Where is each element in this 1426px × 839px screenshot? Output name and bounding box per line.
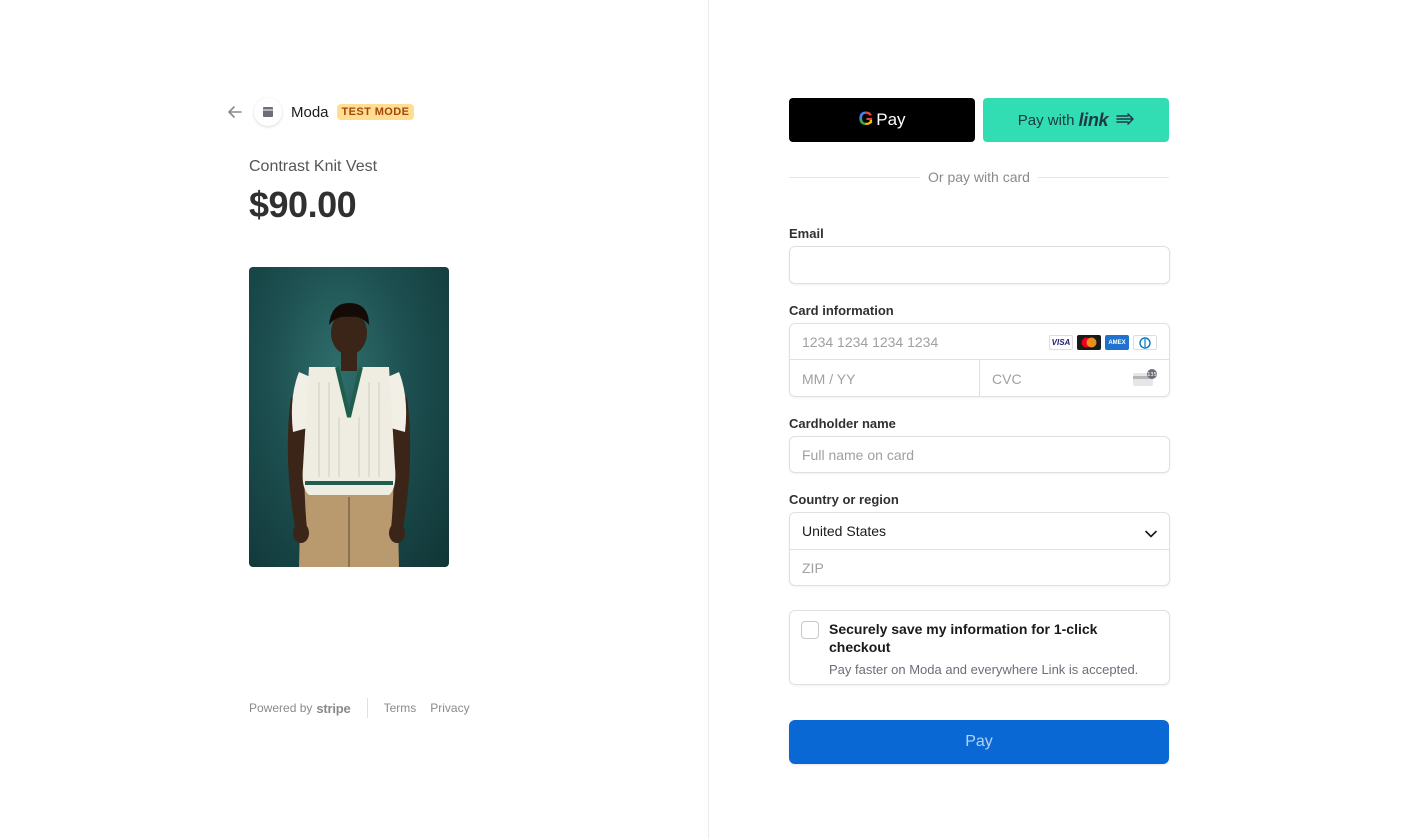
divider-line-left xyxy=(789,176,921,178)
save-info-title: Securely save my information for 1-click… xyxy=(829,621,1098,655)
cardholder-label: Cardholder name xyxy=(789,416,896,431)
google-g-icon: G xyxy=(858,109,874,130)
wallet-buttons: G Pay Pay with link xyxy=(789,98,1169,142)
product-price: $90.00 xyxy=(249,184,357,225)
country-label: Country or region xyxy=(789,492,899,507)
expiry-placeholder: MM / YY xyxy=(802,370,856,387)
store-icon xyxy=(254,98,282,126)
payment-panel: G Pay Pay with link Or pay with card Ema… xyxy=(709,0,1426,839)
or-divider: Or pay with card xyxy=(789,169,1169,185)
card-number-placeholder: 1234 1234 1234 1234 xyxy=(802,333,939,350)
save-info-subtitle: Pay faster on Moda and everywhere Link i… xyxy=(829,662,1139,677)
privacy-link[interactable]: Privacy xyxy=(430,701,469,715)
address-group: United States ZIP xyxy=(789,512,1170,586)
product-image xyxy=(249,267,449,567)
link-prefix: Pay with xyxy=(1017,111,1075,129)
back-arrow-icon[interactable] xyxy=(226,103,244,121)
email-label: Email xyxy=(789,226,824,241)
cvc-card-icon: 135 xyxy=(1132,369,1158,390)
save-info-box: Securely save my information for 1-click… xyxy=(789,610,1170,685)
cvc-input[interactable]: CVC 135 xyxy=(980,360,1170,397)
cvc-placeholder: CVC xyxy=(992,370,1022,387)
google-pay-label: Pay xyxy=(876,110,906,129)
cardholder-placeholder: Full name on card xyxy=(802,446,915,463)
powered-by-text: Powered by xyxy=(249,701,313,715)
expiry-input[interactable]: MM / YY xyxy=(790,360,980,397)
country-select[interactable]: United States xyxy=(790,513,1169,550)
card-information-group: 1234 1234 1234 1234 VISA AMEX MM / YY CV… xyxy=(789,323,1170,397)
divider-line-right xyxy=(1037,176,1169,178)
visa-icon: VISA xyxy=(1049,335,1073,350)
zip-input[interactable]: ZIP xyxy=(790,550,1169,586)
email-field[interactable] xyxy=(789,246,1170,284)
google-pay-button[interactable]: G Pay xyxy=(789,98,975,142)
stripe-logo: stripe xyxy=(316,700,351,716)
test-mode-badge: TEST MODE xyxy=(336,104,415,120)
amex-icon: AMEX xyxy=(1105,335,1129,350)
merchant-name: Moda xyxy=(291,103,329,121)
card-brand-icons: VISA AMEX xyxy=(1049,335,1157,350)
diners-icon xyxy=(1133,335,1157,350)
card-info-label: Card information xyxy=(789,303,894,318)
pay-button[interactable]: Pay xyxy=(789,720,1169,764)
mastercard-icon xyxy=(1077,335,1101,350)
pay-with-link-button[interactable]: Pay with link xyxy=(983,98,1169,142)
checkout-footer: Powered by stripe Terms Privacy xyxy=(249,698,484,718)
order-summary-panel: Moda TEST MODE Contrast Knit Vest $90.00 xyxy=(0,0,708,839)
chevron-down-icon xyxy=(1145,525,1157,541)
merchant-header: Moda TEST MODE xyxy=(226,98,415,126)
cardholder-name-input[interactable]: Full name on card xyxy=(789,436,1170,473)
or-pay-with-card-text: Or pay with card xyxy=(928,169,1030,185)
country-value: United States xyxy=(802,523,887,539)
zip-placeholder: ZIP xyxy=(802,560,824,576)
footer-divider xyxy=(366,698,368,718)
terms-link[interactable]: Terms xyxy=(384,701,417,715)
powered-by[interactable]: Powered by stripe xyxy=(249,701,351,716)
product-name: Contrast Knit Vest xyxy=(249,158,378,175)
link-arrow-icon xyxy=(1116,112,1134,129)
save-info-checkbox[interactable] xyxy=(801,621,819,639)
link-logo: link xyxy=(1078,109,1109,130)
svg-text:135: 135 xyxy=(1147,372,1157,378)
